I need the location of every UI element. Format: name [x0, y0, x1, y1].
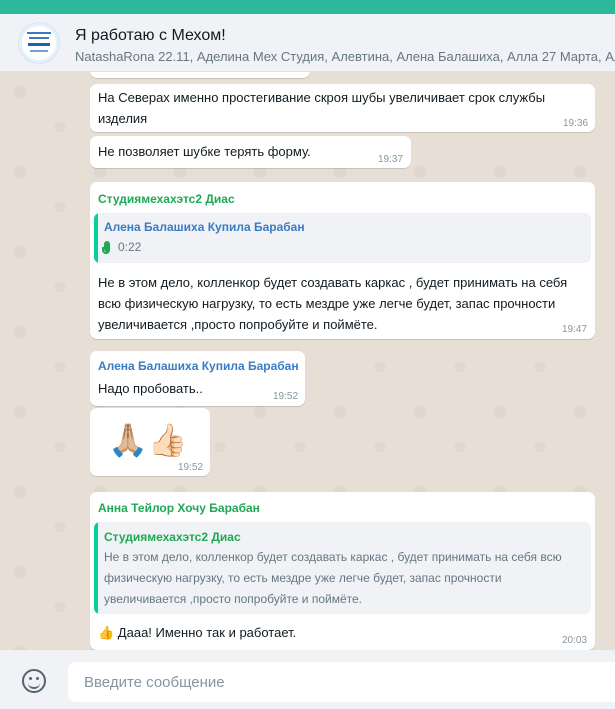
avatar-logo-line	[28, 43, 50, 46]
message-input[interactable]	[68, 662, 615, 702]
emoji-mouth	[28, 681, 40, 689]
message-text: Не в этом дело, колленкор будет создават…	[98, 275, 568, 332]
message-bubble-emoji[interactable]: 🙏🏼👍🏻 19:52	[90, 408, 210, 476]
composer-bar	[0, 650, 615, 709]
message-bubble[interactable]: Не позволяет шубке терять форму. 19:37	[90, 136, 411, 168]
message-bubble[interactable]: Алена Балашиха Купила Барабан Надо пробо…	[90, 351, 305, 406]
message-sender[interactable]: Студиямехахэтс2 Диас	[98, 192, 235, 206]
message-text: Не позволяет шубке терять форму.	[98, 144, 311, 159]
message-bubble[interactable]: На Северах именно простегивание скроя шу…	[90, 84, 595, 132]
quote-sender: Алена Балашиха Купила Барабан	[104, 220, 305, 234]
chat-participants[interactable]: NatashaRona 22.11, Аделина Мех Студия, А…	[75, 49, 615, 64]
message-text: На Северах именно простегивание скроя шу…	[98, 90, 546, 126]
emoji-icon[interactable]	[22, 669, 46, 693]
message-text: 👍 Дааа! Именно так и работает.	[98, 625, 297, 640]
window-top-bar	[0, 0, 615, 14]
message-bubble[interactable]: Анна Тейлор Хочу Барабан Студиямехахэтс2…	[90, 492, 595, 650]
message-time: 19:52	[273, 391, 299, 402]
chat-header[interactable]: Я работаю с Мехом! NatashaRona 22.11, Ад…	[0, 14, 615, 72]
emoji-message: 🙏🏼👍🏻	[108, 422, 188, 458]
emoji-eye	[36, 677, 39, 680]
chat-title[interactable]: Я работаю с Мехом!	[75, 27, 226, 45]
quoted-message[interactable]: Студиямехахэтс2 Диас Не в этом дело, кол…	[94, 522, 591, 614]
microphone-stand-icon	[102, 247, 110, 254]
message-time: 19:37	[378, 154, 404, 165]
quoted-message[interactable]: Алена Балашиха Купила Барабан 0:22	[94, 213, 591, 263]
message-time: 19:36	[563, 118, 589, 129]
group-avatar[interactable]	[18, 22, 60, 64]
message-list[interactable]: На Северах именно простегивание скроя шу…	[0, 72, 615, 650]
quote-text: Не в этом дело, колленкор будет создават…	[104, 550, 562, 606]
quote-bar	[94, 213, 98, 263]
message-time: 19:52	[178, 462, 204, 473]
avatar-logo-line	[29, 37, 49, 39]
voice-duration: 0:22	[118, 240, 142, 254]
quote-bar	[94, 522, 98, 614]
message-time: 20:03	[562, 635, 588, 646]
message-bubble-cutoff	[90, 72, 310, 78]
avatar-logo-line	[27, 32, 51, 34]
message-sender[interactable]: Анна Тейлор Хочу Барабан	[98, 501, 260, 515]
message-text: Надо пробовать..	[98, 381, 203, 396]
emoji-eye	[29, 677, 32, 680]
quote-sender: Студиямехахэтс2 Диас	[104, 530, 241, 544]
avatar-logo-line	[30, 50, 48, 52]
message-sender[interactable]: Алена Балашиха Купила Барабан	[98, 359, 299, 373]
message-time: 19:47	[562, 324, 588, 335]
message-bubble[interactable]: Студиямехахэтс2 Диас Алена Балашиха Купи…	[90, 182, 595, 339]
